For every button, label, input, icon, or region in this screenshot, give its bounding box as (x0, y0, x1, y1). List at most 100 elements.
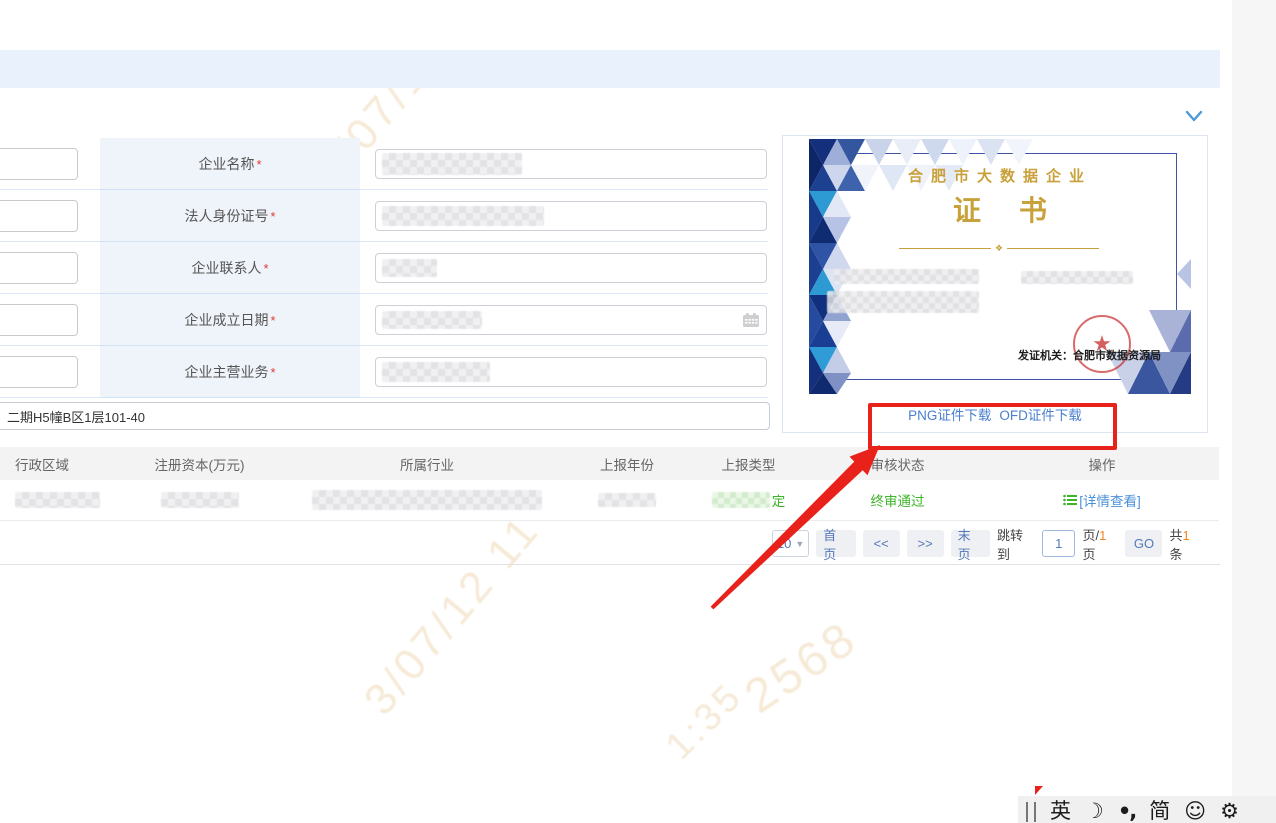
field-label-contact: 企业联系人* (100, 242, 360, 294)
pagination-bar: 10 ▼ 首页 << >> 末页 跳转到 1 页/1页 GO 共1条 (772, 529, 1202, 558)
chevron-down-icon[interactable] (1184, 108, 1204, 124)
go-button[interactable]: GO (1125, 530, 1162, 557)
founded-date-input[interactable] (375, 305, 767, 335)
company-name-input[interactable] (375, 149, 767, 179)
certificate-panel: 合肥市大数据企业 证书 ❖ ★ 发证机关：合肥市数据资源局 PNG证件下载 OF… (782, 135, 1208, 433)
col-header-industry: 所属行业 (287, 454, 567, 474)
col-header-actions: 操作 (985, 454, 1219, 474)
col-header-capital: 注册资本(万元) (112, 454, 287, 474)
required-asterisk: * (270, 365, 275, 380)
watermark-text: 2568 (735, 610, 868, 724)
required-asterisk: * (270, 209, 275, 224)
next-page-button[interactable]: >> (907, 530, 944, 557)
page-total-prefix: 页/ (1082, 528, 1099, 543)
redacted-value (382, 259, 437, 277)
table-header-row: 行政区域 注册资本(万元) 所属行业 上报年份 上报类型 审核状态 操作 (0, 447, 1219, 480)
ime-logo-accent (1035, 786, 1043, 795)
certificate-divider: ❖ (899, 243, 1099, 254)
page: 2023/07/1 2568 3/07/12 11 2568 1:35 企业名称… (0, 0, 1276, 823)
field-label-legal-id: 法人身份证号* (100, 190, 360, 242)
ime-language-toggle[interactable]: 英 (1050, 800, 1071, 822)
address-input[interactable]: 二期H5幢B区1层101-40 (0, 402, 770, 430)
redacted-value (382, 362, 490, 382)
page-number-input[interactable]: 1 (1042, 530, 1075, 557)
gear-icon[interactable]: ⚙ (1220, 800, 1239, 822)
ime-simplified-toggle[interactable]: 简 (1149, 800, 1170, 822)
count-suffix: 条 (1169, 547, 1182, 562)
redacted-value (382, 311, 482, 329)
main-business-input[interactable] (375, 357, 767, 387)
table-row: 定 终审通过 [详情查看] (0, 480, 1219, 521)
ime-drag-handle[interactable] (1026, 802, 1036, 822)
redacted-cert-line (1021, 271, 1133, 284)
label-text: 企业主营业务 (184, 362, 268, 382)
required-asterisk: * (256, 157, 261, 172)
punctuation-icon[interactable]: •, (1118, 800, 1135, 822)
prev-page-button[interactable]: << (863, 530, 900, 557)
redacted-value (382, 206, 544, 226)
watermark-text: 3/07/12 11 (355, 505, 551, 725)
redacted-cell (15, 492, 100, 508)
legal-id-input[interactable] (375, 201, 767, 231)
official-seal: ★ (1073, 315, 1131, 373)
watermark-text: 1:35 (658, 674, 752, 768)
label-text: 企业联系人 (191, 258, 261, 278)
issuer-text: 发证机关：合肥市数据资源局 (1018, 347, 1161, 363)
count-number: 1 (1183, 528, 1190, 543)
contact-input[interactable] (375, 253, 767, 283)
redacted-cert-line (827, 291, 979, 313)
address-value: 二期H5幢B区1层101-40 (7, 407, 145, 426)
field-label-company-name: 企业名称* (100, 138, 360, 190)
certificate-title: 合肥市大数据企业 (809, 165, 1191, 186)
detail-view-link[interactable]: [详情查看] (1079, 490, 1141, 510)
emoji-icon[interactable]: ☺ (1184, 800, 1206, 822)
page-total-label: 页/1页 (1082, 525, 1118, 563)
redacted-cell (712, 492, 770, 508)
header-band (0, 50, 1220, 88)
count-prefix: 共 (1169, 528, 1182, 543)
col-header-report-year: 上报年份 (567, 454, 687, 474)
redacted-cell (598, 493, 656, 507)
redacted-cell (312, 490, 542, 510)
certificate-image: 合肥市大数据企业 证书 ❖ ★ 发证机关：合肥市数据资源局 (809, 139, 1191, 394)
png-download-link[interactable]: PNG证件下载 (908, 404, 991, 424)
first-page-button[interactable]: 首页 (816, 530, 855, 557)
audit-status-text: 终审通过 (871, 494, 925, 509)
last-page-button[interactable]: 末页 (951, 530, 990, 557)
redacted-value (382, 153, 522, 175)
left-field-input[interactable] (0, 200, 78, 232)
ime-toolbar: 英 ☽ •, 简 ☺ ⚙ (1018, 796, 1276, 823)
label-text: 企业名称 (198, 154, 254, 174)
page-size-select[interactable]: 10 ▼ (772, 530, 809, 557)
section-divider (0, 564, 1220, 565)
ofd-download-link[interactable]: OFD证件下载 (999, 404, 1082, 424)
col-header-region: 行政区域 (0, 454, 112, 474)
field-label-main-business: 企业主营业务* (100, 346, 360, 398)
list-icon (1063, 494, 1077, 506)
page-total-number: 1 (1099, 528, 1106, 543)
caret-down-icon: ▼ (795, 539, 804, 549)
label-text: 企业成立日期 (184, 310, 268, 330)
certificate-subtitle: 证书 (809, 189, 1191, 229)
page-total-suffix: 页 (1082, 547, 1095, 562)
col-header-report-type: 上报类型 (687, 454, 810, 474)
redacted-cell (161, 492, 239, 508)
required-asterisk: * (263, 261, 268, 276)
jump-to-label: 跳转到 (997, 525, 1035, 563)
page-size-value: 10 (777, 536, 791, 551)
record-count-label: 共1条 (1169, 525, 1202, 563)
label-text: 法人身份证号 (184, 206, 268, 226)
page-gutter (1232, 0, 1276, 823)
field-label-founded-date: 企业成立日期* (100, 294, 360, 346)
left-field-input[interactable] (0, 356, 78, 388)
report-type-suffix: 定 (772, 490, 786, 510)
calendar-icon[interactable] (742, 312, 760, 328)
certificate-download-row: PNG证件下载 OFD证件下载 (783, 394, 1207, 434)
required-asterisk: * (270, 313, 275, 328)
left-field-input[interactable] (0, 304, 78, 336)
col-header-audit-status: 审核状态 (810, 454, 985, 474)
halfwidth-moon-icon[interactable]: ☽ (1085, 800, 1104, 822)
left-field-input[interactable] (0, 252, 78, 284)
redacted-cert-line (834, 269, 979, 284)
left-field-input[interactable] (0, 148, 78, 180)
